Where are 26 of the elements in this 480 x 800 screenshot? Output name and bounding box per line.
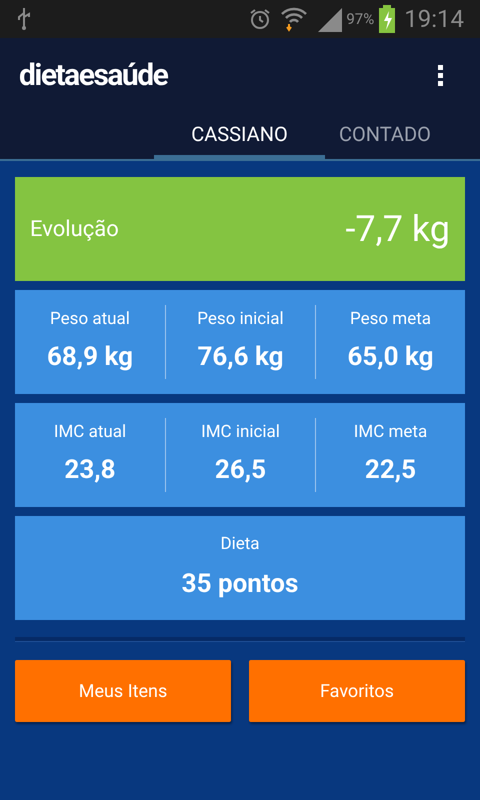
- usb-icon: [16, 7, 32, 31]
- evolution-label: Evolução: [30, 216, 119, 244]
- tab[interactable]: CASSIANO: [154, 112, 325, 159]
- diet-label: Dieta: [220, 532, 260, 556]
- clock-time: 19:14: [404, 4, 464, 35]
- stat-label: IMC meta: [354, 420, 428, 444]
- stat-value: 65,0 kg: [347, 341, 434, 374]
- evolution-value: -7,7 kg: [345, 207, 450, 252]
- signal-icon: [316, 6, 344, 32]
- stat-value: 23,8: [64, 454, 116, 488]
- stat-label: Peso inicial: [197, 308, 284, 331]
- battery-charging-icon: [378, 5, 396, 33]
- stat-label: Peso atual: [50, 308, 130, 331]
- stat-value: 76,6 kg: [197, 341, 284, 374]
- stat-label: IMC inicial: [201, 420, 280, 444]
- stat-label: IMC atual: [54, 420, 126, 444]
- stat-value: 68,9 kg: [46, 341, 134, 374]
- app-logo: dietaesaúde: [19, 56, 168, 94]
- wifi-icon: [280, 6, 308, 32]
- stat-value: 22,5: [364, 454, 416, 488]
- battery-percent: 97%: [346, 8, 374, 30]
- diet-value: 35 pontos: [182, 568, 298, 602]
- stat-label: Peso meta: [350, 308, 432, 331]
- stat-value: 26,5: [214, 454, 266, 488]
- tab[interactable]: CONTADO: [325, 112, 445, 159]
- alarm-clock-icon: [248, 7, 272, 31]
